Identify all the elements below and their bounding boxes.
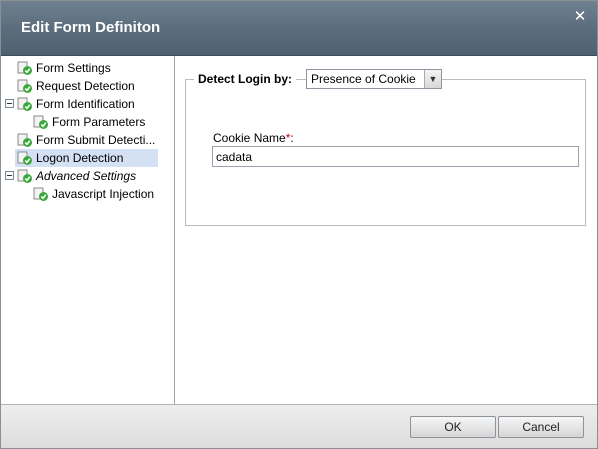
tree-item-form-settings[interactable]: Form Settings bbox=[15, 59, 155, 77]
tree-item-javascript-injection[interactable]: Javascript Injection bbox=[31, 185, 171, 203]
check-icon bbox=[33, 115, 48, 129]
tree-item-label: Form Parameters bbox=[52, 115, 146, 129]
chevron-down-icon[interactable]: ▼ bbox=[424, 70, 441, 88]
tree-item-label: Javascript Injection bbox=[52, 187, 155, 201]
tree-item-label: Request Detection bbox=[36, 79, 135, 93]
check-icon bbox=[33, 187, 48, 201]
cancel-button[interactable]: Cancel bbox=[498, 416, 584, 438]
tree-item-advanced-settings[interactable]: Advanced Settings bbox=[15, 167, 155, 185]
tree-item-label: Form Identification bbox=[36, 97, 135, 111]
tree-item-form-identification[interactable]: Form Identification bbox=[15, 95, 155, 113]
cookie-name-input[interactable] bbox=[212, 146, 579, 167]
tree-item-request-detection[interactable]: Request Detection bbox=[15, 77, 155, 95]
tree-item-label: Logon Detection bbox=[36, 151, 124, 165]
check-icon bbox=[17, 97, 32, 111]
edit-form-dialog: Edit Form Definiton ✕ Form Settings Requ… bbox=[0, 0, 598, 449]
close-icon[interactable]: ✕ bbox=[573, 9, 587, 25]
tree-item-label: Form Settings bbox=[36, 61, 111, 75]
cookie-name-label: Cookie Name*: bbox=[213, 131, 294, 145]
check-icon bbox=[17, 79, 32, 93]
check-icon bbox=[17, 61, 32, 75]
dialog-titlebar[interactable]: Edit Form Definiton ✕ bbox=[1, 1, 597, 56]
tree-item-logon-detection[interactable]: Logon Detection bbox=[15, 149, 158, 167]
ok-button[interactable]: OK bbox=[410, 416, 496, 438]
check-icon bbox=[17, 151, 32, 165]
detect-login-fieldset: Cookie Name*: bbox=[185, 79, 586, 226]
dialog-title: Edit Form Definiton bbox=[21, 19, 161, 36]
settings-tree: Form Settings Request Detection Form Ide… bbox=[1, 56, 175, 404]
tree-item-form-submit-detection[interactable]: Form Submit Detecti... bbox=[15, 131, 160, 149]
cookie-name-label-text: Cookie Name bbox=[213, 131, 286, 145]
tree-item-label: Advanced Settings bbox=[36, 169, 137, 183]
collapse-icon[interactable] bbox=[5, 99, 14, 108]
label-colon: : bbox=[290, 131, 294, 145]
detect-login-select-value: Presence of Cookie bbox=[311, 72, 416, 86]
tree-item-label: Form Submit Detecti... bbox=[36, 133, 156, 147]
detect-login-legend: Detect Login by: bbox=[194, 71, 297, 87]
detect-login-select[interactable]: Presence of Cookie ▼ bbox=[306, 69, 442, 89]
tree-item-form-parameters[interactable]: Form Parameters bbox=[31, 113, 161, 131]
check-icon bbox=[17, 133, 32, 147]
check-icon bbox=[17, 169, 32, 183]
logon-detection-panel: Cookie Name*: Detect Login by: Presence … bbox=[175, 56, 597, 404]
collapse-icon[interactable] bbox=[5, 171, 14, 180]
dialog-footer: OK Cancel bbox=[1, 404, 597, 448]
